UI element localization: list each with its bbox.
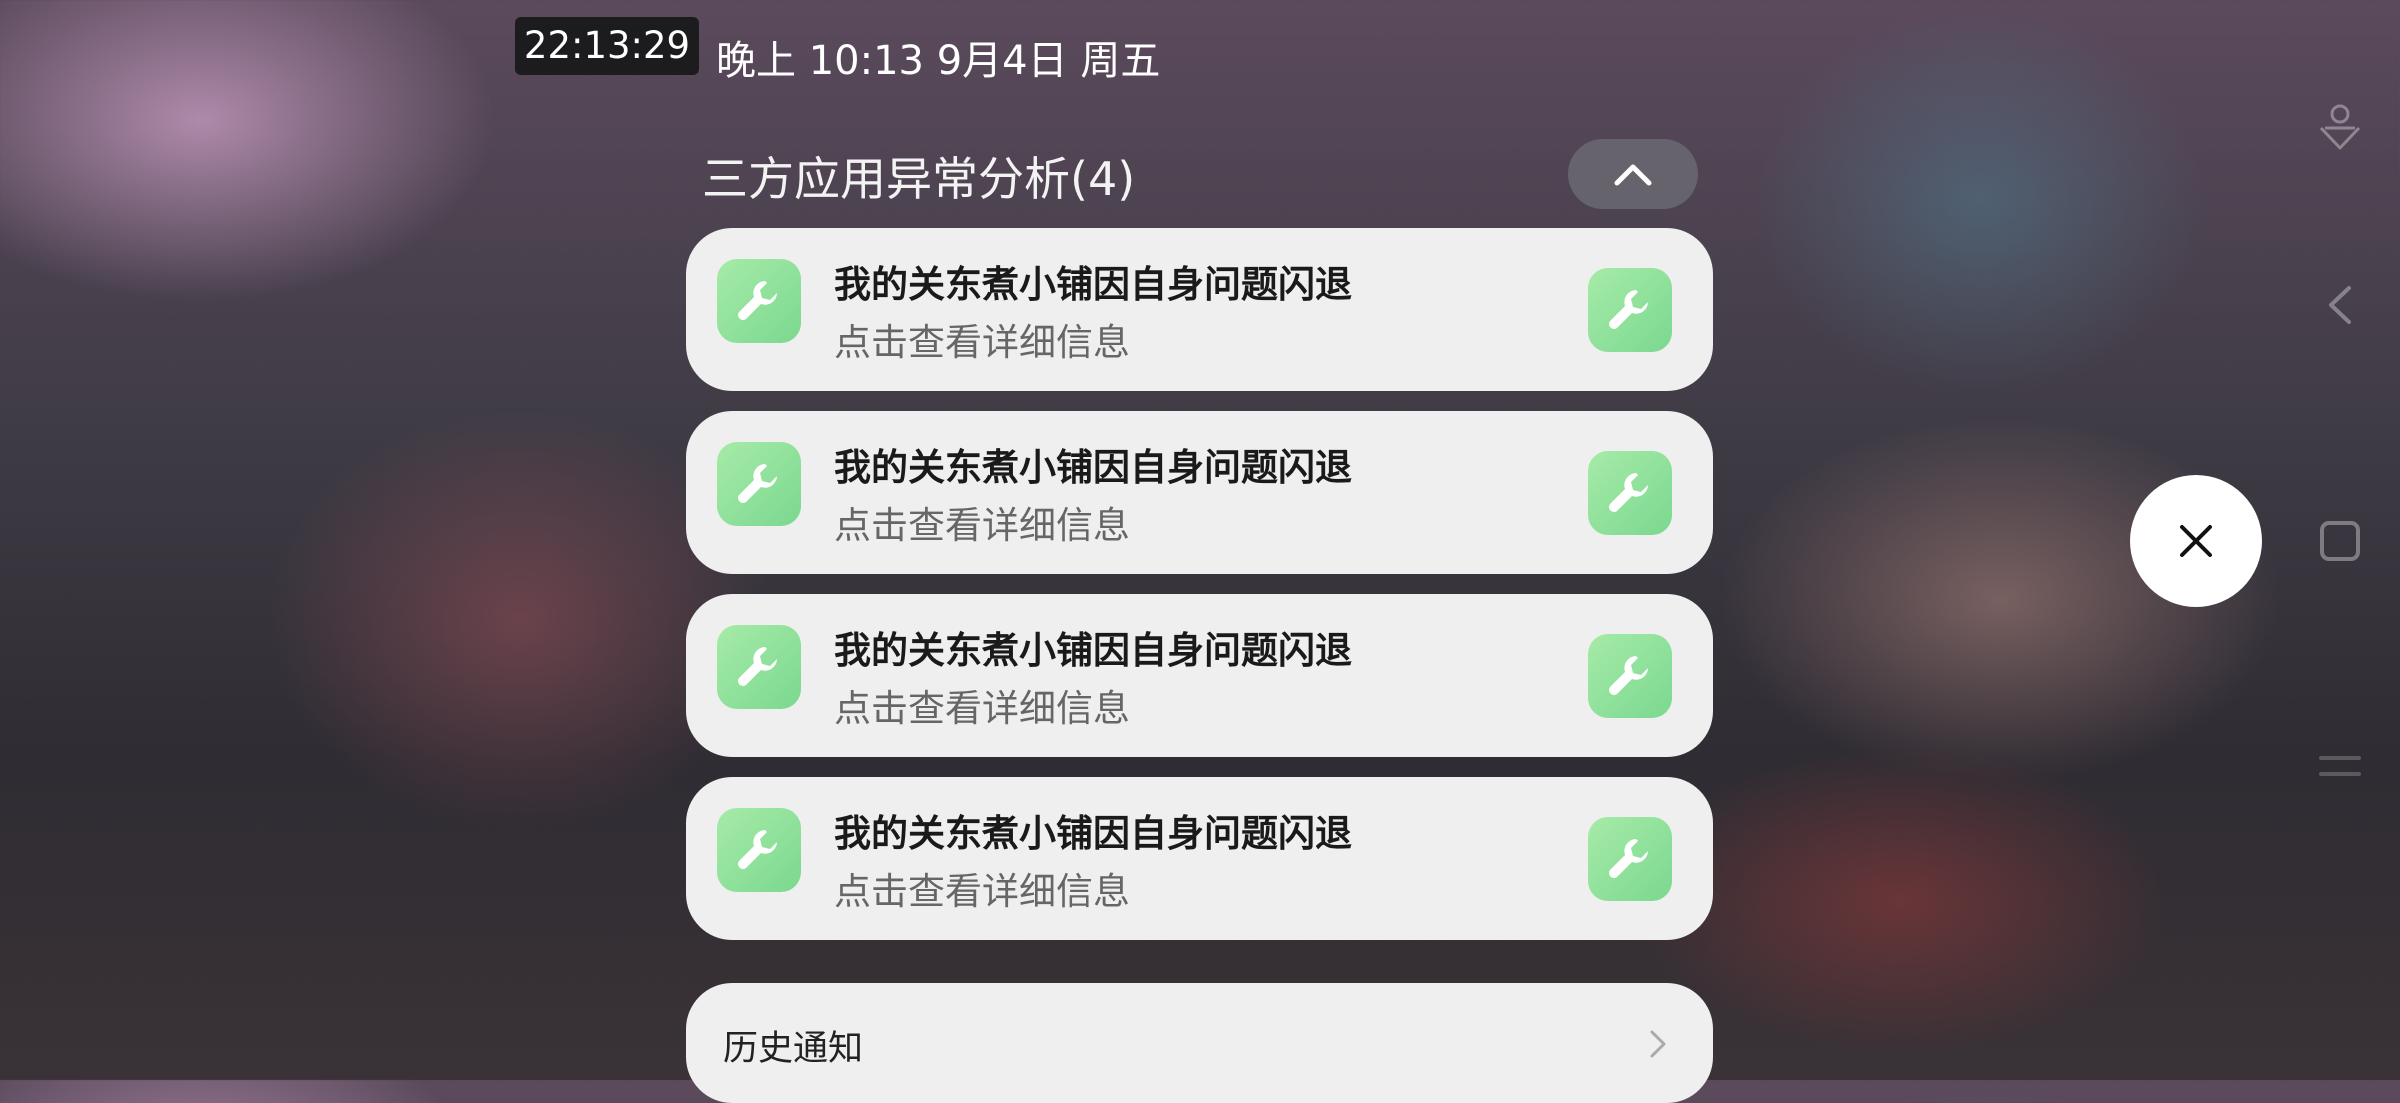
notification-card[interactable]: 我的关东煮小铺因自身问题闪退 点击查看详细信息 <box>686 411 1713 574</box>
notification-subtitle: 点击查看详细信息 <box>834 687 1130 730</box>
wrench-icon <box>738 464 777 503</box>
wrench-icon <box>1609 473 1648 512</box>
recents-icon[interactable] <box>2315 516 2365 566</box>
chevron-right-icon <box>1650 1030 1666 1058</box>
wrench-icon <box>738 647 777 686</box>
clear-all-button[interactable] <box>2130 475 2262 607</box>
app-icon <box>717 442 801 526</box>
notification-thumbnail <box>1588 817 1672 901</box>
notification-thumbnail <box>1588 634 1672 718</box>
wrench-icon <box>1609 290 1648 329</box>
app-icon <box>717 625 801 709</box>
back-icon[interactable] <box>2315 280 2365 330</box>
notification-title: 我的关东煮小铺因自身问题闪退 <box>834 629 1352 672</box>
history-label: 历史通知 <box>723 1029 864 1069</box>
app-icon <box>717 259 801 343</box>
notification-group-title: 三方应用异常分析(4) <box>702 152 1136 206</box>
history-notifications-button[interactable]: 历史通知 <box>686 983 1713 1103</box>
notification-subtitle: 点击查看详细信息 <box>834 504 1130 547</box>
notification-title: 我的关东煮小铺因自身问题闪退 <box>834 446 1352 489</box>
notification-card[interactable]: 我的关东煮小铺因自身问题闪退 点击查看详细信息 <box>686 594 1713 757</box>
notification-card[interactable]: 我的关东煮小铺因自身问题闪退 点击查看详细信息 <box>686 228 1713 391</box>
wrench-icon <box>738 830 777 869</box>
notification-subtitle: 点击查看详细信息 <box>834 321 1130 364</box>
collapse-group-button[interactable] <box>1568 139 1698 209</box>
close-icon <box>2180 525 2212 557</box>
wrench-icon <box>1609 839 1648 878</box>
assistant-icon[interactable] <box>2315 100 2365 156</box>
app-icon <box>717 808 801 892</box>
notification-thumbnail <box>1588 268 1672 352</box>
wrench-icon <box>738 281 777 320</box>
chevron-up-icon <box>1614 164 1652 186</box>
wrench-icon <box>1609 656 1648 695</box>
date-time-label: 晚上 10:13 9月4日 周五 <box>716 38 1161 84</box>
time-badge: 22:13:29 <box>515 17 699 75</box>
notification-subtitle: 点击查看详细信息 <box>834 870 1130 913</box>
menu-icon[interactable] <box>2315 748 2365 788</box>
notification-thumbnail <box>1588 451 1672 535</box>
notification-title: 我的关东煮小铺因自身问题闪退 <box>834 263 1352 306</box>
notification-title: 我的关东煮小铺因自身问题闪退 <box>834 812 1352 855</box>
notification-card[interactable]: 我的关东煮小铺因自身问题闪退 点击查看详细信息 <box>686 777 1713 940</box>
